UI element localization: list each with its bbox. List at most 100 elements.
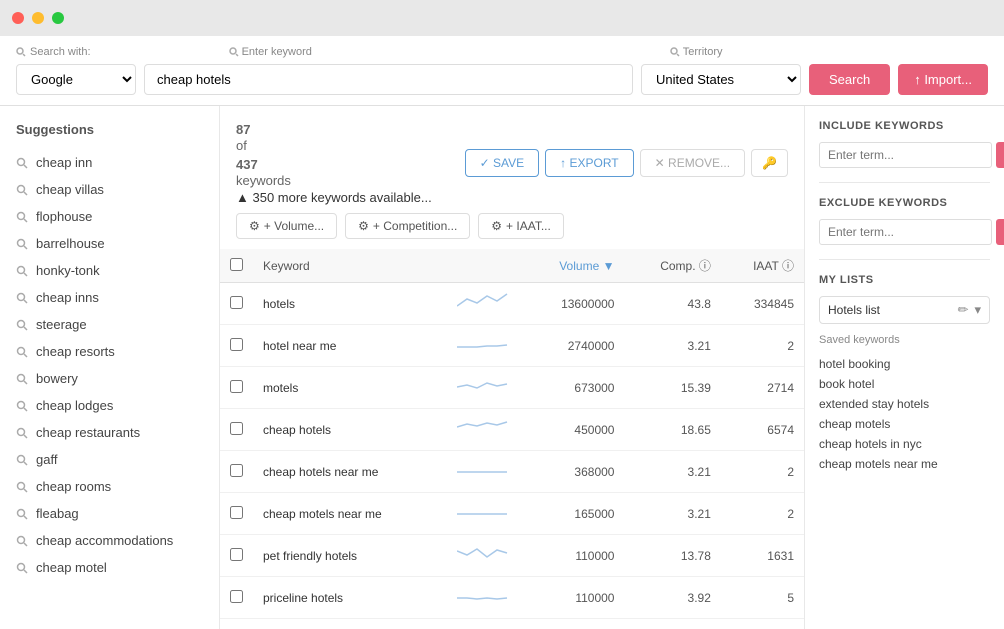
comp-cell: 3.92 [624, 577, 720, 619]
main-panel: 87 of 437 keywords ▲ 350 more keywords a… [220, 106, 804, 629]
search-with-label: Search with: [16, 46, 91, 58]
filter-iaat-button[interactable]: ⚙ + IAAT... [478, 213, 564, 239]
row-checkbox[interactable] [230, 548, 243, 561]
keyword-input[interactable] [144, 64, 633, 95]
comp-cell: 3.21 [624, 493, 720, 535]
sidebar-item[interactable]: cheap restaurants [0, 419, 219, 446]
include-add-button[interactable]: Add [996, 142, 1004, 168]
iaat-cell: 1631 [721, 535, 804, 577]
trend-chart [447, 577, 522, 619]
sidebar-item[interactable]: cheap accommodations [0, 527, 219, 554]
filter-iaat-icon: ⚙ [491, 219, 502, 233]
sidebar-item[interactable]: honky-tonk [0, 257, 219, 284]
toolbar: Search with: Enter keyword Territory Goo… [0, 36, 1004, 106]
comp-cell: 18.65 [624, 409, 720, 451]
search-engine-select[interactable]: Google [16, 64, 136, 95]
volume-cell: 110000 [522, 577, 625, 619]
volume-cell: 13600000 [522, 283, 625, 325]
my-lists-title: MY LISTS [819, 274, 990, 286]
sidebar-item[interactable]: flophouse [0, 203, 219, 230]
dot-green[interactable] [52, 12, 64, 24]
list-name: Hotels list [828, 303, 880, 317]
remove-button[interactable]: ✕ REMOVE... [640, 149, 745, 177]
table-row: cheap hotels in nyc 74000 2.77 1 [220, 619, 804, 629]
keyword-cell: hotel near me [253, 325, 447, 367]
key-button[interactable]: 🔑 [751, 149, 788, 177]
row-checkbox[interactable] [230, 380, 243, 393]
dot-yellow[interactable] [32, 12, 44, 24]
toolbar-labels: Search with: Enter keyword Territory [16, 46, 988, 58]
volume-cell: 110000 [522, 535, 625, 577]
sidebar-item[interactable]: bowery [0, 365, 219, 392]
table-container: Keyword Volume ▼ Comp. ⓘ IAAT ⓘ hotels 1… [220, 249, 804, 629]
include-input[interactable] [819, 142, 992, 168]
territory-select[interactable]: United States [641, 64, 801, 95]
sidebar-title: Suggestions [0, 122, 219, 149]
edit-icon: ✏ [958, 302, 969, 318]
sidebar-items: cheap inncheap villasflophousebarrelhous… [0, 149, 219, 581]
export-button[interactable]: ↑ EXPORT [545, 149, 633, 177]
col-comp[interactable]: Comp. ⓘ [624, 249, 720, 283]
sidebar-item[interactable]: cheap motel [0, 554, 219, 581]
sidebar-item[interactable]: cheap lodges [0, 392, 219, 419]
right-panel: INCLUDE KEYWORDS Add EXCLUDE KEYWORDS Ad… [804, 106, 1004, 629]
results-count-block: 87 of 437 keywords ▲ 350 more keywords a… [236, 120, 432, 205]
iaat-cell: 6574 [721, 409, 804, 451]
keyword-cell: hotels [253, 283, 447, 325]
comp-cell: 3.21 [624, 451, 720, 493]
search-button[interactable]: Search [809, 64, 890, 95]
comp-cell: 2.77 [624, 619, 720, 629]
iaat-cell: 2 [721, 325, 804, 367]
row-checkbox[interactable] [230, 338, 243, 351]
sidebar-item[interactable]: gaff [0, 446, 219, 473]
sidebar-item[interactable]: cheap inns [0, 284, 219, 311]
saved-keyword-item: cheap hotels in nyc [819, 434, 990, 454]
trend-chart [447, 535, 522, 577]
more-link[interactable]: ▲ 350 more keywords available... [236, 190, 432, 205]
content: Suggestions cheap inncheap villasflophou… [0, 106, 1004, 629]
saved-kw-label: Saved keywords [819, 334, 990, 346]
sidebar-item[interactable]: cheap inn [0, 149, 219, 176]
sidebar-item[interactable]: fleabag [0, 500, 219, 527]
volume-cell: 368000 [522, 451, 625, 493]
keyword-cell: cheap hotels in nyc [253, 619, 447, 629]
include-title: INCLUDE KEYWORDS [819, 120, 990, 132]
table-row: cheap hotels 450000 18.65 6574 [220, 409, 804, 451]
chevron-down-icon: ▾ [974, 302, 981, 318]
select-all-checkbox[interactable] [230, 258, 243, 271]
list-selector[interactable]: Hotels list ✏ ▾ [819, 296, 990, 324]
row-checkbox[interactable] [230, 590, 243, 603]
results-actions: ✓ SAVE ↑ EXPORT ✕ REMOVE... 🔑 [465, 149, 788, 177]
exclude-input[interactable] [819, 219, 992, 245]
row-checkbox[interactable] [230, 464, 243, 477]
sidebar-item[interactable]: cheap resorts [0, 338, 219, 365]
sidebar-item[interactable]: cheap villas [0, 176, 219, 203]
col-volume[interactable]: Volume ▼ [522, 249, 625, 283]
volume-cell: 74000 [522, 619, 625, 629]
row-checkbox[interactable] [230, 296, 243, 309]
sidebar-item[interactable]: steerage [0, 311, 219, 338]
volume-cell: 165000 [522, 493, 625, 535]
saved-keyword-item: hotel booking [819, 354, 990, 374]
row-checkbox[interactable] [230, 506, 243, 519]
exclude-add-button[interactable]: Add [996, 219, 1004, 245]
col-iaat[interactable]: IAAT ⓘ [721, 249, 804, 283]
import-button[interactable]: ↑ Import... [898, 64, 988, 95]
list-selector-icons: ✏ ▾ [958, 302, 981, 318]
trend-chart [447, 283, 522, 325]
col-keyword: Keyword [253, 249, 447, 283]
row-checkbox[interactable] [230, 422, 243, 435]
keywords-table: Keyword Volume ▼ Comp. ⓘ IAAT ⓘ hotels 1… [220, 249, 804, 629]
saved-keyword-item: cheap motels [819, 414, 990, 434]
sidebar-item[interactable]: barrelhouse [0, 230, 219, 257]
results-count: 87 of 437 keywords [236, 122, 432, 190]
filter-volume-button[interactable]: ⚙ + Volume... [236, 213, 337, 239]
filter-comp-button[interactable]: ⚙ + Competition... [345, 213, 470, 239]
sidebar-item[interactable]: cheap rooms [0, 473, 219, 500]
iaat-cell: 2 [721, 451, 804, 493]
keyword-cell: pet friendly hotels [253, 535, 447, 577]
keyword-cell: cheap hotels near me [253, 451, 447, 493]
dot-red[interactable] [12, 12, 24, 24]
comp-cell: 13.78 [624, 535, 720, 577]
save-button[interactable]: ✓ SAVE [465, 149, 540, 177]
